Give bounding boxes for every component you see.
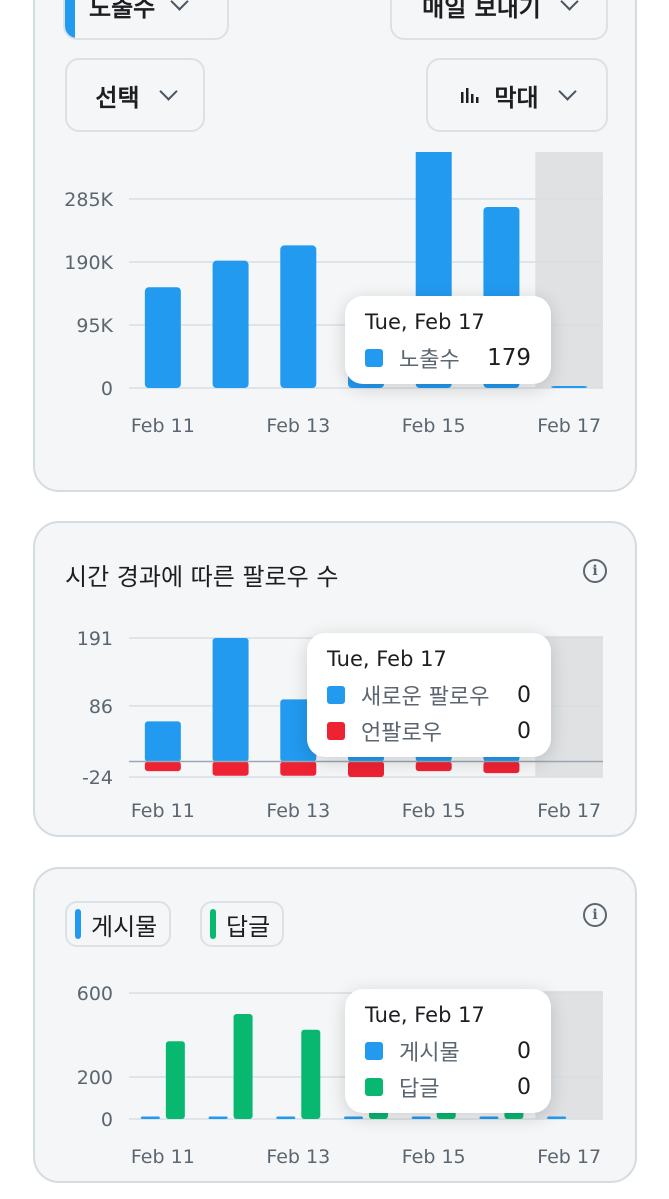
followers-title: 시간 경과에 따른 팔로우 수 (65, 563, 339, 591)
x-tick-label: Feb 15 (402, 1146, 466, 1168)
y-tick-label: 191 (77, 628, 113, 650)
chevron-down-icon (158, 82, 178, 101)
bar-unfollows (348, 761, 384, 777)
tooltip-title: Tue, Feb 17 (365, 310, 485, 334)
x-tick-label: Feb 13 (266, 1146, 330, 1168)
bar-replies (301, 1029, 321, 1119)
impressions-tooltip: Tue, Feb 17 노출수 179 (345, 296, 551, 384)
y-tick-label: 86 (89, 696, 113, 718)
chevron-down-icon (557, 82, 577, 101)
tooltip-row: 새로운 팔로우 0 (327, 677, 531, 713)
chevron-down-icon (560, 0, 579, 11)
tooltip-value: 0 (517, 1074, 531, 1100)
info-icon[interactable]: i (583, 903, 607, 927)
bar-posts (547, 1116, 567, 1119)
legend-replies[interactable]: 답글 (200, 901, 285, 947)
tooltip-value: 0 (517, 1038, 531, 1064)
x-tick-label: Feb 17 (537, 1146, 601, 1168)
y-tick-label: 95K (76, 315, 113, 337)
bar-posts (479, 1116, 499, 1119)
tooltip-label: 게시물 (399, 1041, 460, 1066)
posts-card: 게시물 답글 i 0 200 600 Feb 11 Feb 13 Feb 15 Feb 17… (33, 867, 637, 1183)
x-tick-label: Feb 17 (537, 800, 601, 822)
legend-swatch (75, 909, 81, 939)
x-tick-label: Feb 15 (402, 415, 466, 437)
metric-select-accent (65, 0, 75, 38)
chart-type-label: 막대 (494, 83, 539, 112)
chevron-down-icon (170, 0, 189, 11)
export-select-label: 매일 보내기 (422, 0, 541, 22)
x-tick-label: Feb 17 (537, 415, 601, 437)
legend-posts[interactable]: 게시물 (65, 901, 172, 947)
bar-replies (233, 1014, 253, 1119)
tooltip-value: 0 (517, 682, 531, 708)
tooltip-swatch (365, 1042, 383, 1060)
tooltip-label: 노출수 (399, 348, 460, 373)
tooltip-value: 179 (487, 345, 531, 371)
tooltip-row: 답글 0 (365, 1069, 531, 1105)
bar-posts (208, 1116, 228, 1119)
bar-unfollows (415, 761, 452, 772)
tooltip-swatch (365, 1078, 383, 1096)
chart-type-select[interactable]: 막대 (426, 58, 608, 132)
metric-select-label: 노출수 (89, 0, 156, 22)
bar (212, 260, 249, 388)
bar-new-follows (144, 721, 181, 762)
bar-new-follows (212, 638, 249, 762)
bar-posts (276, 1116, 296, 1119)
x-tick-label: Feb 11 (131, 1146, 195, 1168)
tooltip-row: 게시물 0 (365, 1033, 531, 1069)
x-tick-label: Feb 13 (266, 800, 330, 822)
legend-label: 답글 (226, 912, 271, 941)
y-tick-label: 190K (64, 252, 113, 274)
bar-unfollows (483, 761, 520, 774)
legend-swatch (210, 909, 216, 939)
bar-posts (344, 1116, 363, 1119)
bar (551, 386, 588, 388)
tooltip-row: 언팔로우 0 (327, 713, 531, 749)
bar (144, 287, 181, 388)
posts-tooltip: Tue, Feb 17 게시물 0 답글 0 (345, 989, 551, 1113)
tooltip-swatch (327, 722, 345, 740)
followers-tooltip: Tue, Feb 17 새로운 팔로우 0 언팔로우 0 (307, 633, 551, 757)
metric-select[interactable]: 노출수 (63, 0, 229, 40)
compare-select[interactable]: 선택 (65, 58, 205, 132)
tooltip-row: 노출수 179 (365, 340, 531, 376)
y-tick-label: 0 (101, 1109, 113, 1131)
tooltip-title: Tue, Feb 17 (365, 1003, 485, 1027)
tooltip-label: 새로운 팔로우 (361, 685, 490, 710)
tooltip-label: 언팔로우 (361, 721, 442, 746)
bar-unfollows (144, 761, 181, 772)
bar-posts (140, 1116, 160, 1119)
tooltip-value: 0 (517, 718, 531, 744)
followers-card: 시간 경과에 따른 팔로우 수 i -24 86 191 Feb 11 Feb 13 Fe… (33, 521, 637, 837)
x-tick-label: Feb 13 (266, 415, 330, 437)
info-icon[interactable]: i (583, 559, 607, 583)
bar-posts (411, 1116, 431, 1119)
bar-unfollows (212, 761, 249, 776)
bar-unfollows (280, 761, 317, 776)
compare-select-label: 선택 (95, 83, 140, 112)
export-select[interactable]: 매일 보내기 (390, 0, 608, 40)
tooltip-swatch (365, 349, 383, 367)
legend-label: 게시물 (91, 912, 158, 941)
y-tick-label: -24 (82, 767, 113, 789)
y-tick-label: 600 (77, 983, 113, 1005)
impressions-card: 노출수 매일 보내기 선택 막대 095K190K285K380KFeb 11F… (33, 0, 637, 492)
bar-chart-icon (461, 88, 479, 103)
y-tick-label: 285K (64, 189, 113, 211)
bar-replies (165, 1041, 185, 1119)
bar (280, 245, 317, 388)
tooltip-swatch (327, 686, 345, 704)
y-tick-label: 200 (77, 1067, 113, 1089)
y-tick-label: 0 (101, 378, 113, 400)
x-tick-label: Feb 15 (402, 800, 466, 822)
tooltip-label: 답글 (399, 1077, 440, 1102)
x-tick-label: Feb 11 (131, 415, 195, 437)
x-tick-label: Feb 11 (131, 800, 195, 822)
tooltip-title: Tue, Feb 17 (327, 647, 447, 671)
